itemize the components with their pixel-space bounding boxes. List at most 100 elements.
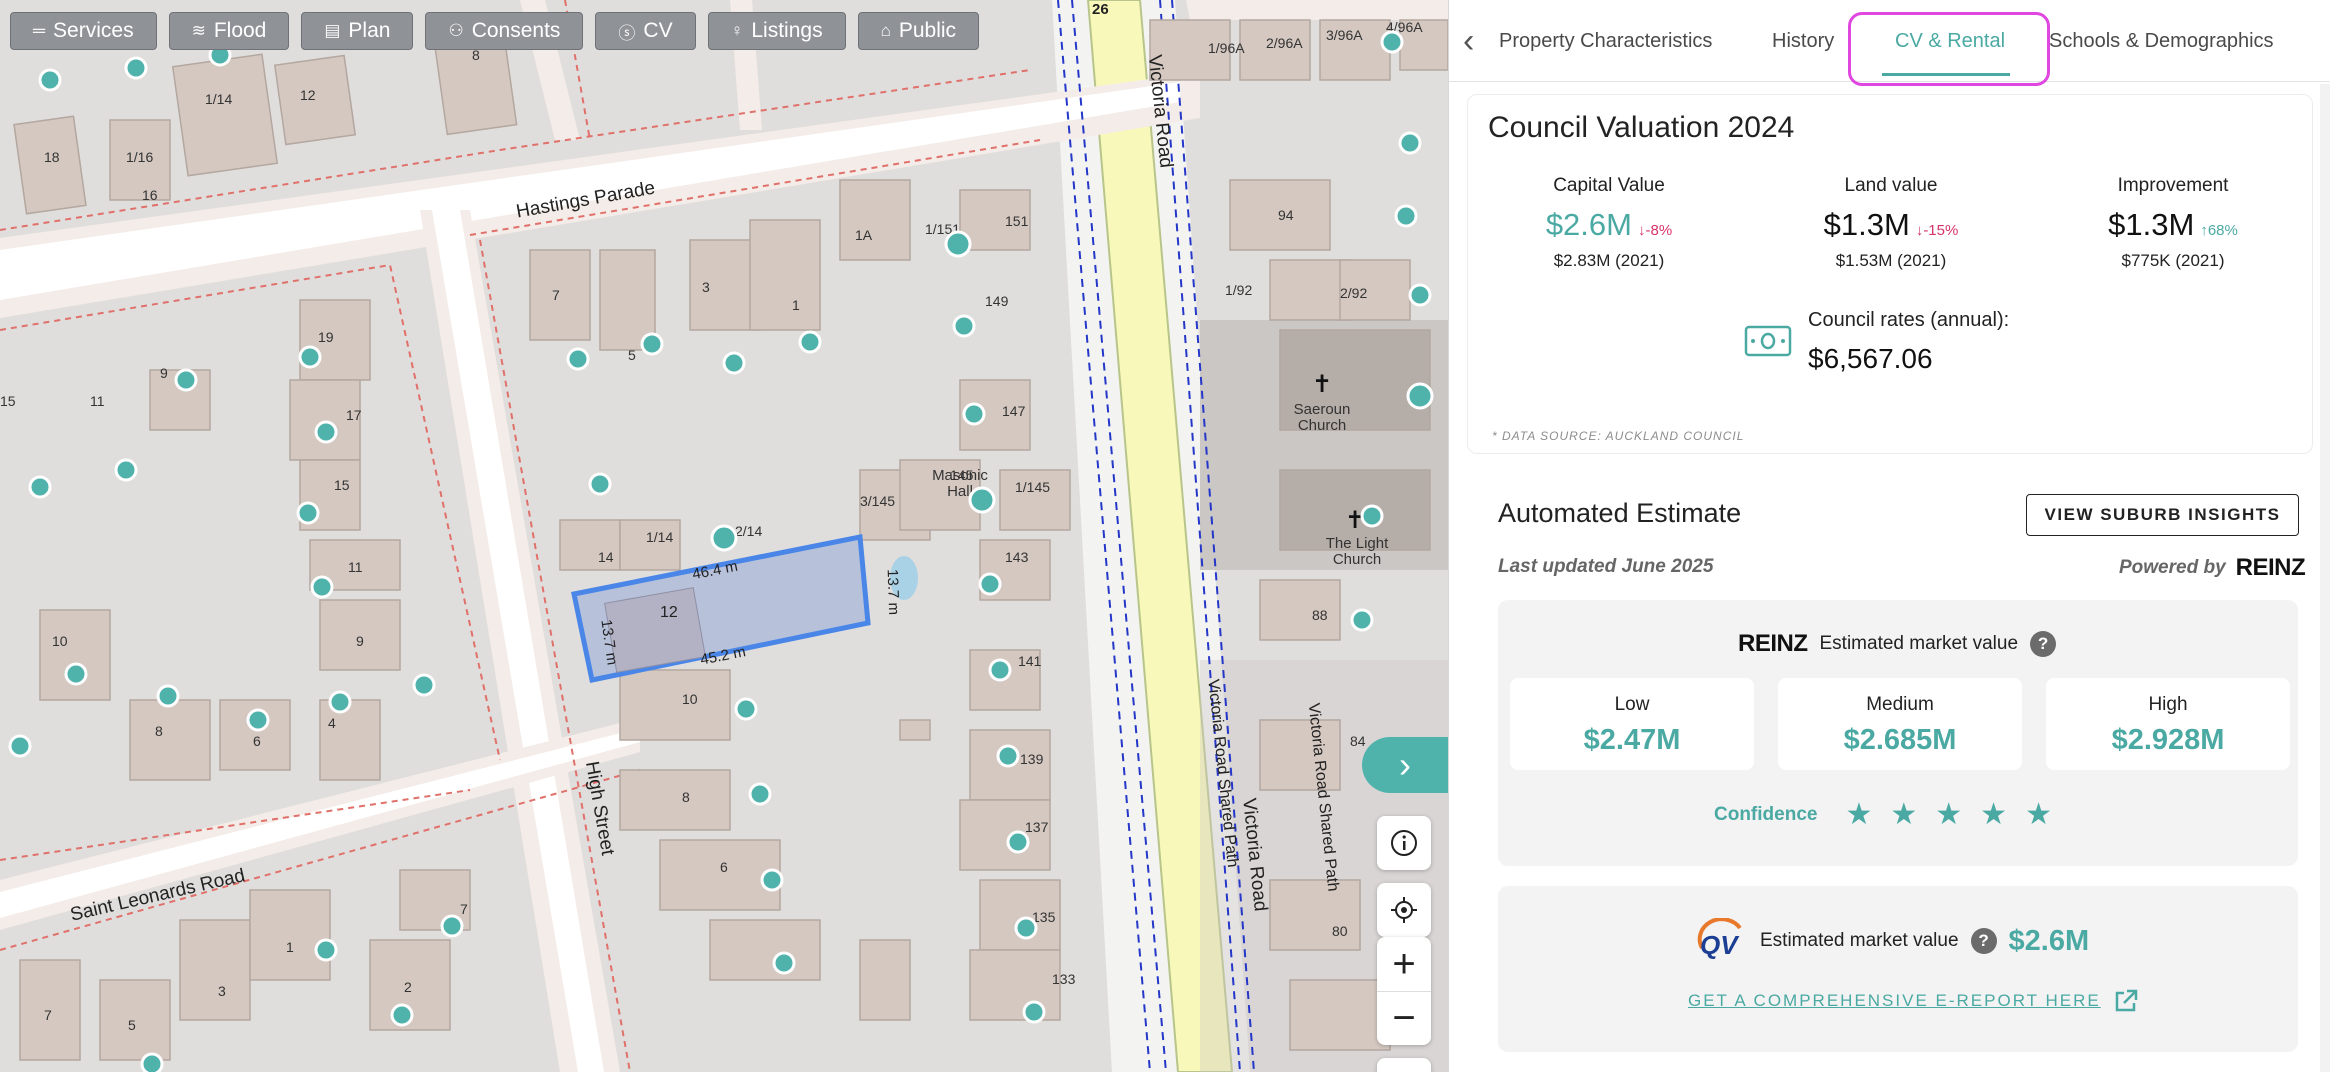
data-source-note: * DATA SOURCE: AUCKLAND COUNCIL xyxy=(1492,429,1745,443)
arrow-up-icon: ↑ xyxy=(2200,222,2208,239)
pin-icon: ♀ xyxy=(730,21,744,40)
dollar-circle-icon: ⓢ xyxy=(618,23,636,43)
tab-history[interactable]: History xyxy=(1772,30,1834,53)
svg-text:6: 6 xyxy=(720,859,728,875)
svg-text:5: 5 xyxy=(128,1017,136,1033)
council-valuation-card: Council Valuation 2024 Capital Value $2.… xyxy=(1467,94,2313,454)
svg-text:1: 1 xyxy=(286,939,294,955)
help-icon[interactable]: ? xyxy=(1970,928,1997,954)
svg-text:94: 94 xyxy=(1278,207,1294,223)
qv-value: $2.6M xyxy=(2008,924,2090,957)
svg-text:14: 14 xyxy=(598,549,614,565)
reinz-estimate-box: REINZ Estimated market value ? Low $2.47… xyxy=(1498,600,2298,866)
capital-value: Capital Value $2.6M ↓-8% $2.83M (2021) xyxy=(1545,175,1673,270)
svg-text:12: 12 xyxy=(300,87,316,103)
automated-estimate-title: Automated Estimate xyxy=(1498,498,1742,528)
council-valuation-title: Council Valuation 2024 xyxy=(1488,111,1795,144)
plus-icon: + xyxy=(1392,941,1416,986)
improvement-value: Improvement $1.3M ↑68% $775K (2021) xyxy=(2108,175,2238,270)
tab-bar: ‹ Property Characteristics History CV & … xyxy=(1449,0,2330,86)
svg-text:1/92: 1/92 xyxy=(1225,282,1252,298)
svg-text:2: 2 xyxy=(404,979,412,995)
tabs-scroll-left-button[interactable]: ‹ xyxy=(1463,22,1474,61)
info-icon xyxy=(1391,830,1417,856)
svg-text:7: 7 xyxy=(552,287,560,303)
tab-property-characteristics[interactable]: Property Characteristics xyxy=(1499,30,1712,53)
star-icon: ★ xyxy=(2025,798,2052,831)
svg-text:1/14: 1/14 xyxy=(205,91,232,107)
listings-layer-button[interactable]: ♀ Listings xyxy=(707,12,846,50)
svg-text:145: 145 xyxy=(950,467,974,483)
svg-text:6: 6 xyxy=(253,733,261,749)
cv-layer-button[interactable]: ⓢ CV xyxy=(595,12,696,50)
svg-text:7: 7 xyxy=(460,901,468,917)
public-layer-button[interactable]: ⌂ Public xyxy=(857,12,980,50)
svg-text:4: 4 xyxy=(328,715,336,731)
svg-text:8: 8 xyxy=(682,789,690,805)
view-suburb-insights-button[interactable]: VIEW SUBURB INSIGHTS xyxy=(2026,494,2299,536)
svg-text:11: 11 xyxy=(90,393,105,409)
svg-text:15: 15 xyxy=(334,477,350,493)
parcel-number: 12 xyxy=(660,604,678,621)
locate-icon xyxy=(1391,897,1417,923)
star-icon: ★ xyxy=(1980,798,2008,831)
street-number: 26 xyxy=(1092,1,1109,18)
map-canvas[interactable]: 12 46.4 m 45.2 m 13.7 m 13.7 m Hastings … xyxy=(0,0,1448,1072)
home-icon: ⌂ xyxy=(880,21,891,40)
svg-text:3/145: 3/145 xyxy=(860,493,895,509)
zoom-in-button[interactable]: + xyxy=(1377,937,1431,991)
reinz-logo: REINZ xyxy=(2235,554,2306,581)
powered-by: Powered by REINZ xyxy=(2119,554,2306,581)
svg-text:8: 8 xyxy=(155,723,163,739)
chevron-right-icon: › xyxy=(1399,744,1411,785)
tab-highlight-ring xyxy=(1848,12,2050,86)
improvement-change: ↑68% xyxy=(2200,222,2238,239)
star-icon: ★ xyxy=(1890,798,1918,831)
svg-text:19: 19 xyxy=(318,329,334,345)
document-icon: ▤ xyxy=(324,21,341,40)
svg-text:88: 88 xyxy=(1312,607,1328,623)
svg-text:3: 3 xyxy=(702,279,710,295)
svg-text:2/92: 2/92 xyxy=(1340,285,1367,301)
locate-button[interactable] xyxy=(1377,883,1431,937)
panel-scrollbar[interactable] xyxy=(2320,84,2330,1072)
external-link-icon xyxy=(2115,989,2137,1012)
svg-text:143: 143 xyxy=(1005,549,1029,565)
expand-panel-button[interactable]: › xyxy=(1362,737,1448,793)
flood-layer-button[interactable]: ≋ Flood xyxy=(168,12,290,50)
tab-schools-demographics[interactable]: Schools & Demographics xyxy=(2049,30,2274,53)
svg-text:5: 5 xyxy=(628,347,636,363)
svg-text:QV: QV xyxy=(1700,930,1740,960)
svg-text:1A: 1A xyxy=(855,227,873,243)
minus-icon: − xyxy=(1392,996,1416,1040)
svg-text:10: 10 xyxy=(682,691,698,707)
poi-church1-a: Saeroun xyxy=(1294,401,1351,418)
parcel-right-length: 13.7 m xyxy=(884,569,903,615)
svg-text:133: 133 xyxy=(1052,971,1076,987)
map-view[interactable]: 12 46.4 m 45.2 m 13.7 m 13.7 m Hastings … xyxy=(0,0,1448,1072)
info-button[interactable] xyxy=(1377,816,1431,870)
consents-layer-button[interactable]: ⚇ Consents xyxy=(425,12,584,50)
map-control-stub[interactable] xyxy=(1377,1058,1431,1072)
street-high: High Street xyxy=(581,760,618,858)
property-panel: ‹ Property Characteristics History CV & … xyxy=(1448,0,2330,1072)
waves-icon: ≋ xyxy=(191,21,206,40)
svg-text:3: 3 xyxy=(218,983,226,999)
zoom-out-button[interactable]: − xyxy=(1377,991,1431,1045)
poi-church2-a: The Light xyxy=(1326,535,1389,552)
svg-text:149: 149 xyxy=(985,293,1009,309)
lines-icon: ═ xyxy=(33,21,46,40)
svg-text:10: 10 xyxy=(52,633,68,649)
people-icon: ⚇ xyxy=(448,21,464,40)
svg-text:3/96A: 3/96A xyxy=(1326,27,1363,43)
e-report-link[interactable]: GET A COMPREHENSIVE E-REPORT HERE xyxy=(1688,988,2139,1014)
svg-text:80: 80 xyxy=(1332,923,1348,939)
plan-layer-button[interactable]: ▤ Plan xyxy=(301,12,414,50)
svg-text:1/14: 1/14 xyxy=(646,529,673,545)
estimate-medium: Medium $2.685M xyxy=(1778,678,2022,770)
services-layer-button[interactable]: ═ Services xyxy=(10,12,157,50)
star-icon: ★ xyxy=(1845,798,1873,831)
svg-text:15: 15 xyxy=(0,393,16,409)
help-icon[interactable]: ? xyxy=(2030,631,2057,657)
qv-logo: QV xyxy=(1697,918,1742,960)
